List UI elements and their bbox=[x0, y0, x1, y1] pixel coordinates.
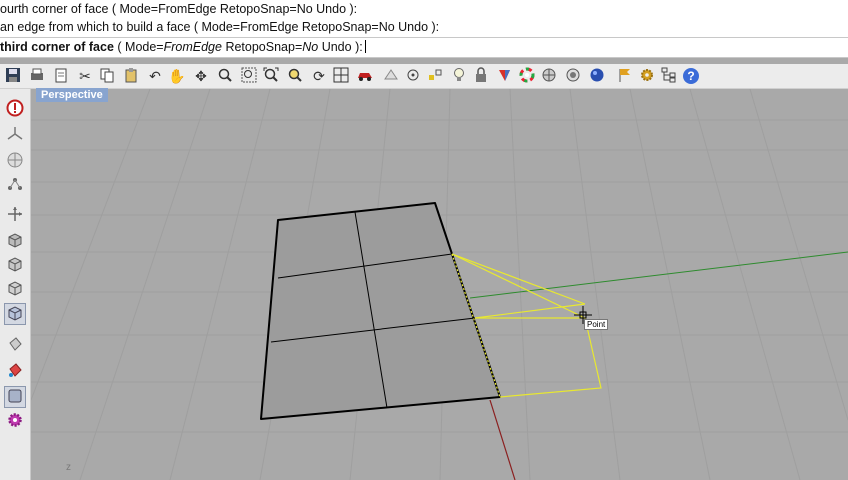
copy-page-icon[interactable] bbox=[52, 67, 70, 85]
light-bulb-icon[interactable] bbox=[450, 67, 468, 85]
command-history-panel: ourth corner of face ( Mode=FromEdge Ret… bbox=[0, 0, 848, 37]
box-right-icon[interactable] bbox=[4, 279, 26, 301]
undo-icon[interactable]: ↶ bbox=[146, 67, 164, 85]
rotate-icon[interactable]: ✥ bbox=[192, 67, 210, 85]
points-icon[interactable] bbox=[426, 67, 444, 85]
x-axis-line bbox=[489, 399, 516, 480]
snap-icon[interactable] bbox=[404, 67, 422, 85]
command-history-line-1: ourth corner of face ( Mode=FromEdge Ret… bbox=[0, 2, 358, 16]
box-front-icon[interactable] bbox=[4, 255, 26, 277]
zoom-selected-icon[interactable] bbox=[286, 67, 304, 85]
paint-bucket-icon[interactable] bbox=[4, 335, 26, 357]
gear-icon[interactable] bbox=[638, 67, 656, 85]
mode-option-value: FromEdge bbox=[163, 40, 222, 54]
help-icon[interactable]: ? bbox=[682, 67, 700, 85]
car-icon[interactable] bbox=[356, 67, 374, 85]
sphere-icon[interactable] bbox=[588, 67, 606, 85]
viewport-title-tab[interactable]: Perspective bbox=[36, 88, 108, 102]
left-toolbar bbox=[0, 89, 31, 480]
undo-option[interactable]: Undo bbox=[318, 40, 352, 54]
origin-axes-icon[interactable] bbox=[4, 125, 26, 147]
gumball-icon[interactable] bbox=[4, 205, 26, 227]
tree-icon[interactable] bbox=[660, 67, 678, 85]
command-prompt[interactable]: third corner of face ( Mode=FromEdge Ret… bbox=[0, 37, 848, 58]
command-history-line-2: an edge from which to build a face ( Mod… bbox=[0, 20, 440, 34]
prompt-paren-open: ( bbox=[113, 40, 126, 54]
flag-icon[interactable] bbox=[616, 67, 634, 85]
material-tool-icon[interactable] bbox=[4, 361, 26, 383]
retopo-snap-value: No bbox=[302, 40, 319, 54]
svg-text:?: ? bbox=[687, 69, 694, 83]
mode-option-label: Mode= bbox=[125, 40, 164, 54]
zoom-window-icon[interactable] bbox=[240, 67, 258, 85]
materials-icon[interactable] bbox=[540, 67, 558, 85]
sphere-grid-icon[interactable] bbox=[4, 151, 26, 173]
properties-icon[interactable] bbox=[382, 67, 400, 85]
save-icon[interactable] bbox=[4, 67, 22, 85]
mode-option[interactable]: Mode=FromEdge bbox=[125, 40, 222, 54]
pan-hand-icon[interactable]: ✋ bbox=[168, 67, 186, 85]
lock-icon[interactable] bbox=[472, 67, 490, 85]
display-icon[interactable] bbox=[4, 386, 26, 408]
perspective-viewport[interactable]: z bbox=[31, 89, 848, 480]
main-toolbar: ✂ ↶ ✋ ✥ ⟳ ? bbox=[0, 64, 848, 89]
retopo-snap-option[interactable]: RetopoSnap=No bbox=[222, 40, 318, 54]
zoom-icon[interactable] bbox=[216, 67, 234, 85]
command-prompt-label: third corner of face bbox=[0, 40, 114, 54]
render-icon[interactable] bbox=[496, 67, 514, 85]
y-axis-line bbox=[469, 251, 848, 299]
box-perspective-icon[interactable] bbox=[4, 303, 26, 325]
settings-gear-icon[interactable] bbox=[4, 411, 26, 433]
box-top-icon[interactable] bbox=[4, 231, 26, 253]
zoom-extents-icon[interactable] bbox=[262, 67, 280, 85]
color-wheel-icon[interactable] bbox=[518, 67, 536, 85]
mesh-points-icon[interactable] bbox=[4, 175, 26, 197]
osnap-tooltip: Point bbox=[584, 319, 609, 330]
cut-icon[interactable]: ✂ bbox=[76, 67, 94, 85]
rotate-view-icon[interactable]: ⟳ bbox=[310, 67, 328, 85]
print-icon[interactable] bbox=[28, 67, 46, 85]
environment-icon[interactable] bbox=[564, 67, 582, 85]
info-icon[interactable] bbox=[4, 99, 26, 121]
copy-icon[interactable] bbox=[98, 67, 116, 85]
paste-icon[interactable] bbox=[122, 67, 140, 85]
mesh-surface[interactable] bbox=[260, 202, 501, 420]
z-axis-label: z bbox=[66, 462, 71, 473]
text-caret bbox=[364, 40, 366, 53]
viewport-canvas[interactable]: z bbox=[31, 89, 848, 480]
grid-icon[interactable] bbox=[332, 67, 350, 85]
retopo-snap-label: RetopoSnap= bbox=[221, 40, 303, 54]
prompt-paren-close: ): bbox=[351, 40, 363, 54]
